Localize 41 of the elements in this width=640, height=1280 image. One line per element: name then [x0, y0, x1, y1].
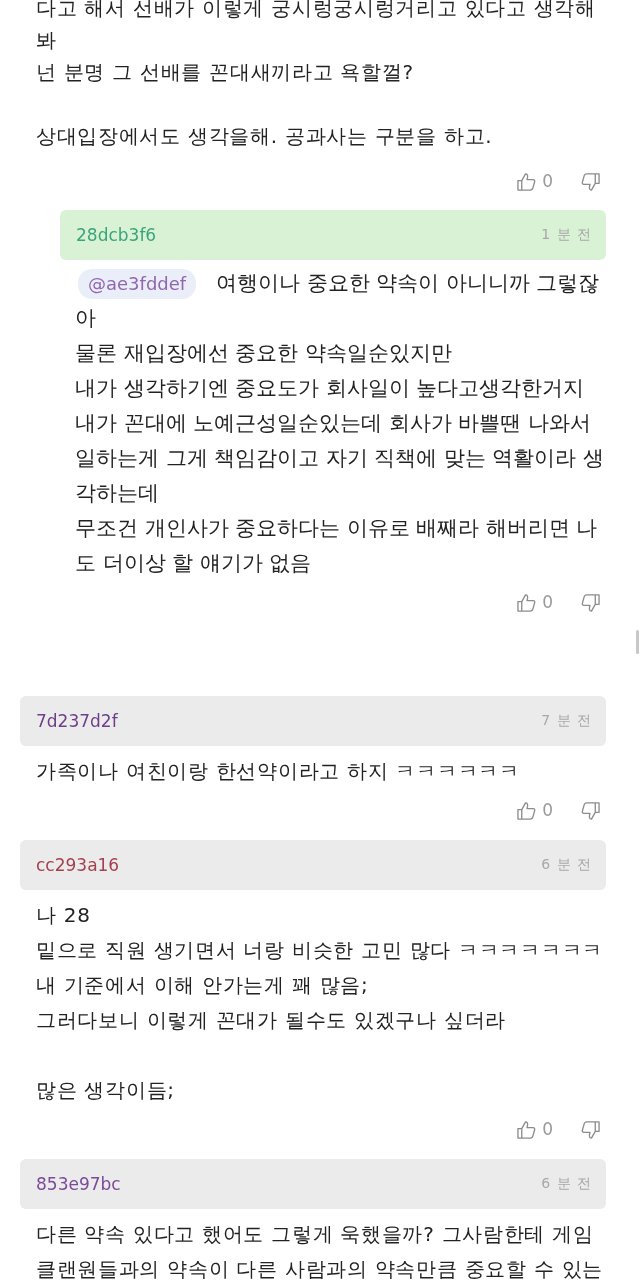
thumbs-down-icon: [581, 171, 600, 191]
timestamp: 7 분 전: [541, 712, 592, 730]
timestamp: 1 분 전: [541, 226, 592, 244]
comment-text: 상대입장에서도 생각을해. 공과사는 구분을 하고.: [36, 123, 494, 150]
comment-text: 가족이나 여친이랑 한선약이라고 하지 ㅋㅋㅋㅋㅋㅋ: [36, 758, 521, 785]
author-name[interactable]: 853e97bc: [36, 1174, 121, 1194]
comment-text: 밑으로 직원 생기면서 너랑 비슷한 고민 많다 ㅋㅋㅋㅋㅋㅋㅋ: [36, 937, 604, 964]
like-button[interactable]: 0: [517, 171, 553, 191]
timestamp: 6 분 전: [541, 856, 592, 874]
thumbs-down-icon: [581, 1119, 600, 1139]
timestamp: 6 분 전: [541, 1175, 592, 1193]
comment-text: 물론 재입장에선 중요한 약속일순있지만: [75, 340, 453, 367]
thumbs-down-icon: [581, 592, 600, 612]
author-name[interactable]: 28dcb3f6: [76, 225, 157, 245]
comment-text: 내가 꼰대에 노예근성일순있는데 회사가 바쁠땐 나와서 일하는게 그게 책임감이고 자기 직책에 맞는 역활이라 생각하는데: [75, 410, 605, 507]
dislike-button[interactable]: [581, 1119, 600, 1139]
scrollbar-thumb: [636, 630, 639, 654]
like-button[interactable]: 0: [517, 592, 553, 612]
dislike-button[interactable]: [581, 592, 600, 612]
like-button[interactable]: 0: [517, 800, 553, 820]
like-button[interactable]: 0: [517, 1119, 553, 1139]
comment-text: 나 28: [36, 902, 92, 929]
author-name[interactable]: 7d237d2f: [36, 711, 118, 731]
comment-text: 무조건 개인사가 중요하다는 이유로 배째라 해버리면 나도 더이상 할 얘기가 없음: [75, 515, 599, 577]
thumbs-up-icon: [517, 800, 537, 820]
thumbs-up-icon: [517, 592, 537, 612]
thumbs-down-icon: [581, 800, 600, 820]
thumbs-up-icon: [517, 171, 537, 191]
comment-text: 다른 약속 있다고 했어도 그렇게 욱했을까? 그사람한테 게임 클랜원들과의 약속이 다른 사람과의 약속만큼 중요할 수 있는: [36, 1221, 604, 1280]
comment-text: 많은 생각이듬;: [36, 1077, 176, 1104]
dislike-button[interactable]: [581, 800, 600, 820]
comment-text: 내 기준에서 이해 안가는게 꽤 많음;: [36, 972, 370, 999]
comment-text: 그러다보니 이렇게 꼰대가 될수도 있겠구나 싶더라: [36, 1007, 507, 1034]
thumbs-up-icon: [517, 1119, 537, 1139]
comment-text: @ae3fddef 여행이나 중요한 약속이 아니니까 그렇잖아: [75, 268, 601, 332]
mention-link[interactable]: @ae3fddef: [78, 269, 197, 299]
author-name[interactable]: cc293a16: [36, 855, 120, 875]
comment-text: 내가 생각하기엔 중요도가 회사일이 높다고생각한거지: [75, 375, 586, 402]
dislike-button[interactable]: [581, 171, 600, 191]
comment-text: 넌 분명 그 선배를 꼰대새끼라고 욕할껄?: [36, 59, 415, 86]
comment-text: 다고 해서 선배가 이렇게 궁시렁궁시렁거리고 있다고 생각해봐: [36, 0, 597, 54]
